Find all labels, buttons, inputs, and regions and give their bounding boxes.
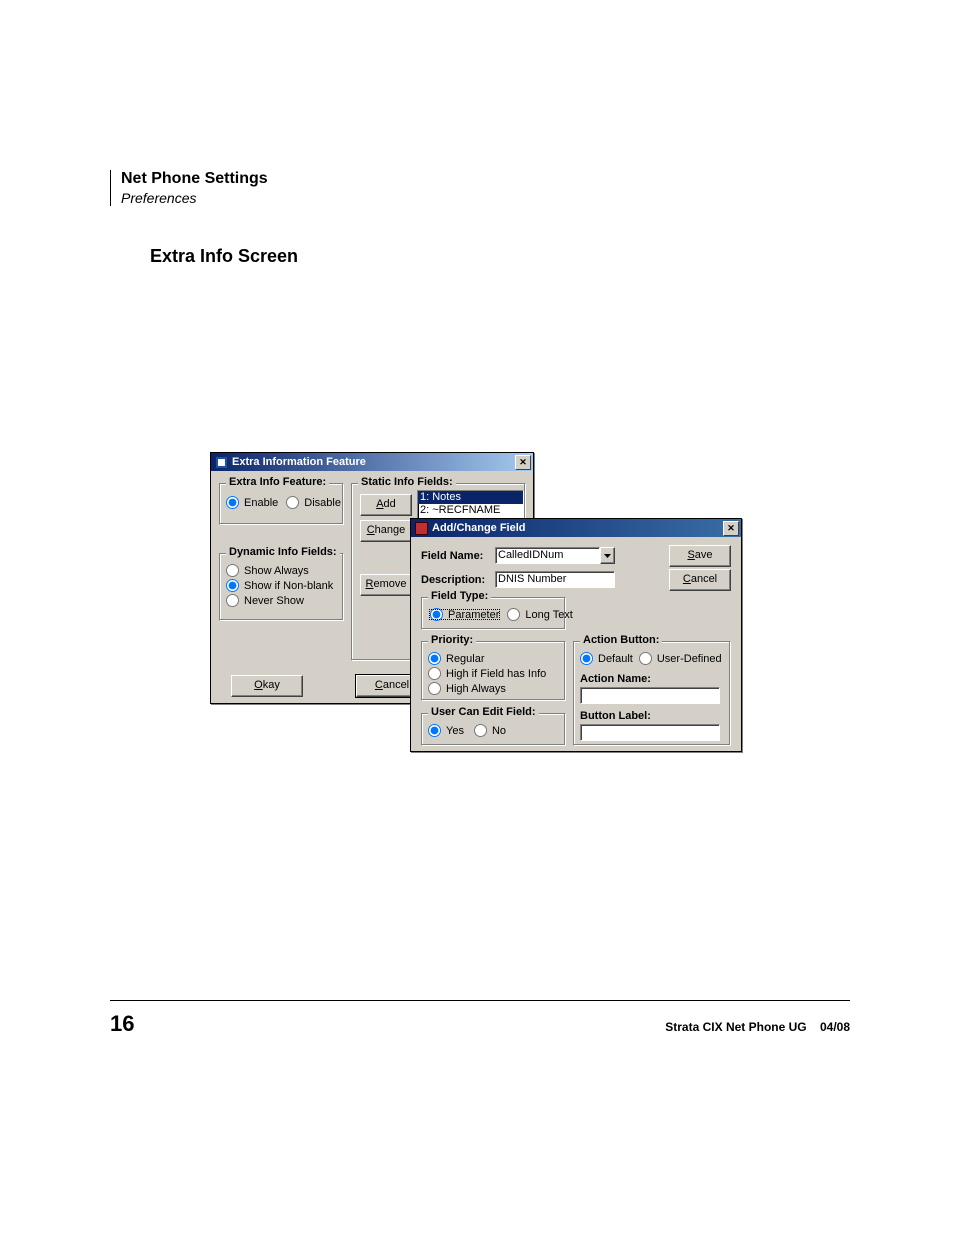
change-button[interactable]: Change (360, 520, 412, 542)
radio-no-label: No (492, 725, 506, 737)
button-label-input[interactable] (580, 724, 720, 741)
page-header-subtitle: Preferences (121, 190, 850, 206)
titlebar-icon (415, 522, 428, 535)
cancel-rest-2: ancel (691, 573, 717, 585)
window-title: Extra Information Feature (232, 453, 366, 471)
radio-yes[interactable]: Yes (428, 724, 464, 737)
group-priority: Priority: Regular High if Field has Info… (421, 641, 566, 701)
okay-rest: kay (263, 679, 280, 691)
legend-extra-info-feature: Extra Info Feature: (226, 476, 329, 488)
radio-high-if-label: High if Field has Info (446, 668, 546, 680)
legend-user-edit: User Can Edit Field: (428, 706, 539, 718)
titlebar-extra-info: Extra Information Feature ✕ (211, 453, 533, 471)
radio-default-label: Default (598, 653, 633, 665)
radio-high-always[interactable]: High Always (428, 682, 559, 695)
legend-static-info: Static Info Fields: (358, 476, 456, 488)
radio-disable-label: Disable (304, 497, 341, 509)
save-button[interactable]: Save (669, 545, 731, 567)
titlebar-add-change: Add/Change Field ✕ (411, 519, 741, 537)
radio-disable[interactable]: Disable (286, 496, 341, 509)
legend-dynamic-info: Dynamic Info Fields: (226, 546, 340, 558)
close-icon[interactable]: ✕ (515, 455, 531, 470)
okay-button[interactable]: Okay (231, 675, 303, 697)
radio-user-defined[interactable]: User-Defined (639, 652, 722, 665)
legend-priority: Priority: (428, 634, 476, 646)
group-extra-info-feature: Extra Info Feature: Enable Disable (219, 483, 344, 525)
radio-high-always-label: High Always (446, 683, 506, 695)
group-user-edit: User Can Edit Field: Yes No (421, 713, 566, 746)
cancel-rest: ancel (383, 679, 409, 691)
radio-show-if-nonblank[interactable]: Show if Non-blank (226, 579, 337, 592)
radio-long-text[interactable]: Long Text (507, 608, 573, 621)
radio-default[interactable]: Default (580, 652, 633, 665)
close-icon[interactable]: ✕ (723, 521, 739, 536)
radio-enable[interactable]: Enable (226, 496, 278, 509)
radio-long-text-label: Long Text (525, 609, 573, 621)
description-input[interactable]: DNIS Number (495, 571, 615, 588)
group-field-type: Field Type: Parameter Long Text (421, 597, 566, 630)
section-title: Extra Info Screen (150, 246, 850, 267)
group-dynamic-info: Dynamic Info Fields: Show Always Show if… (219, 553, 344, 621)
radio-regular-label: Regular (446, 653, 485, 665)
screenshot-composite: Extra Information Feature ✕ Extra Info F… (210, 452, 750, 752)
footer-date: 04/08 (820, 1020, 850, 1034)
chevron-down-icon[interactable] (600, 547, 615, 564)
remove-button-rest: emove (373, 578, 406, 590)
add-button-rest: dd (384, 498, 396, 510)
description-label: Description: (421, 574, 491, 586)
legend-field-type: Field Type: (428, 590, 491, 602)
radio-show-always-label: Show Always (244, 565, 309, 577)
radio-parameter-label: Parameter (448, 609, 499, 621)
radio-no[interactable]: No (474, 724, 506, 737)
group-action-button: Action Button: Default User-Defined Acti… (573, 641, 731, 746)
radio-user-defined-label: User-Defined (657, 653, 722, 665)
window-add-change-field: Add/Change Field ✕ Field Name: CalledIDN… (410, 518, 742, 752)
radio-never-show[interactable]: Never Show (226, 594, 337, 607)
save-rest: ave (695, 549, 713, 561)
page-footer: 16 Strata CIX Net Phone UG 04/08 (110, 1000, 850, 1037)
button-label-label: Button Label: (580, 710, 724, 722)
action-name-input[interactable] (580, 687, 720, 704)
field-name-input[interactable]: CalledIDNum (495, 547, 600, 564)
action-name-label: Action Name: (580, 673, 724, 685)
remove-button[interactable]: Remove (360, 574, 412, 596)
radio-high-if[interactable]: High if Field has Info (428, 667, 559, 680)
radio-parameter[interactable]: Parameter (428, 608, 501, 621)
radio-show-if-nonblank-label: Show if Non-blank (244, 580, 333, 592)
list-item[interactable]: 2: ~RECFNAME (418, 504, 523, 517)
field-name-label: Field Name: (421, 550, 491, 562)
radio-enable-label: Enable (244, 497, 278, 509)
radio-regular[interactable]: Regular (428, 652, 559, 665)
page-header-title: Net Phone Settings (121, 170, 850, 188)
radio-show-always[interactable]: Show Always (226, 564, 337, 577)
cancel-button-2[interactable]: Cancel (669, 569, 731, 591)
radio-never-show-label: Never Show (244, 595, 304, 607)
field-name-combo[interactable]: CalledIDNum (495, 547, 615, 564)
radio-yes-label: Yes (446, 725, 464, 737)
page-number: 16 (110, 1011, 134, 1037)
change-button-rest: hange (375, 524, 406, 536)
footer-doc-title: Strata CIX Net Phone UG (665, 1020, 806, 1034)
legend-action-button: Action Button: (580, 634, 662, 646)
titlebar-icon (215, 456, 228, 469)
add-button[interactable]: Add (360, 494, 412, 516)
window-title: Add/Change Field (432, 519, 526, 537)
list-item[interactable]: 1: Notes (418, 491, 523, 504)
